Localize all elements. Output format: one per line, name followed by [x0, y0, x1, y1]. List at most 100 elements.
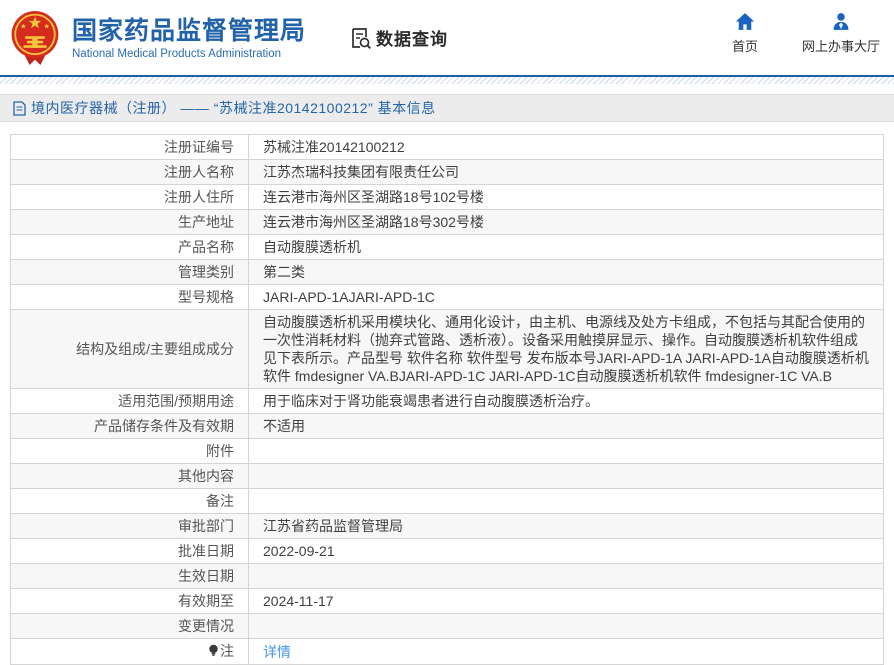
nav-service-hall-label: 网上办事大厅 [801, 39, 880, 54]
row-label-text: 附件 [206, 443, 234, 459]
row-value: 详情 [248, 638, 884, 665]
row-value [248, 463, 884, 489]
row-label: 产品名称 [10, 234, 249, 260]
row-value: 江苏杰瑞科技集团有限责任公司 [248, 159, 884, 185]
table-row: 审批部门 江苏省药品监督管理局 [10, 513, 884, 539]
table-row: 结构及组成/主要组成成分 自动腹膜透析机采用模块化、通用化设计，由主机、电源线及处… [10, 309, 884, 389]
document-search-icon [348, 26, 372, 50]
data-query-tab[interactable]: 数据查询 [348, 25, 448, 50]
row-label-text: 注册人名称 [164, 164, 234, 180]
table-row: 注 详情 [10, 638, 884, 665]
row-value-text: 用于临床对于肾功能衰竭患者进行自动腹膜透析治疗。 [263, 393, 599, 409]
row-value-text: 第二类 [263, 264, 305, 280]
row-label: 结构及组成/主要组成成分 [10, 309, 249, 389]
row-label: 注 [10, 638, 249, 665]
row-label: 管理类别 [10, 259, 249, 285]
row-label-text: 结构及组成/主要组成成分 [76, 341, 234, 357]
row-label: 注册证编号 [10, 134, 249, 160]
row-value: JARI-APD-1AJARI-APD-1C [248, 284, 884, 310]
row-label: 产品储存条件及有效期 [10, 413, 249, 439]
nav-service-hall[interactable]: 网上办事大厅 [802, 12, 880, 55]
row-value-text: 连云港市海州区圣湖路18号102号楼 [263, 189, 484, 205]
row-label: 适用范围/预期用途 [10, 388, 249, 414]
data-query-label: 数据查询 [376, 30, 449, 49]
row-label: 备注 [10, 488, 249, 514]
row-label: 注册人名称 [10, 159, 249, 185]
table-row: 注册人名称 江苏杰瑞科技集团有限责任公司 [10, 159, 884, 185]
row-value [248, 488, 884, 514]
row-label: 附件 [10, 438, 249, 464]
home-icon [735, 12, 755, 31]
page-doc-icon [13, 100, 26, 116]
note-bulb-icon [208, 643, 219, 661]
table-row: 批准日期 2022-09-21 [10, 538, 884, 564]
row-label-text: 型号规格 [178, 289, 234, 305]
table-row: 产品名称 自动腹膜透析机 [10, 234, 884, 260]
header-nav: 首页 网上办事大厅 [722, 12, 880, 55]
row-label-text: 其他内容 [178, 468, 234, 484]
table-row: 注册人住所 连云港市海州区圣湖路18号102号楼 [10, 184, 884, 210]
site-subtitle: National Medical Products Administration [72, 47, 282, 60]
table-row: 备注 [10, 488, 884, 514]
note-detail-link[interactable]: 详情 [263, 644, 291, 660]
row-value: 自动腹膜透析机 [248, 234, 884, 260]
table-row: 管理类别 第二类 [10, 259, 884, 285]
row-label-text: 生产地址 [178, 214, 234, 230]
row-label: 其他内容 [10, 463, 249, 489]
page-title: 境内医疗器械（注册） —— “苏械注准20142100212” 基本信息 [31, 100, 436, 116]
row-label-text: 注册证编号 [164, 139, 234, 155]
table-row: 型号规格 JARI-APD-1AJARI-APD-1C [10, 284, 884, 310]
row-label-text: 产品名称 [178, 239, 234, 255]
national-emblem-icon [8, 9, 62, 67]
row-value-text: 自动腹膜透析机采用模块化、通用化设计，由主机、电源线及处方卡组成，不包括与其配合… [263, 314, 869, 384]
table-row: 变更情况 [10, 613, 884, 639]
row-label: 注册人住所 [10, 184, 249, 210]
row-value: 第二类 [248, 259, 884, 285]
row-value: 自动腹膜透析机采用模块化、通用化设计，由主机、电源线及处方卡组成，不包括与其配合… [248, 309, 884, 389]
site-title: 国家药品监督管理局 [72, 16, 307, 45]
row-value-text: 江苏杰瑞科技集团有限责任公司 [263, 164, 459, 180]
registration-info-table: 注册证编号 苏械注准20142100212 注册人名称 江苏杰瑞科技集团有限责任公司注… [10, 134, 884, 665]
header-logo[interactable]: 国家药品监督管理局 National Medical Products Admi… [8, 9, 306, 67]
table-row: 有效期至 2024-11-17 [10, 588, 884, 614]
table-row: 附件 [10, 438, 884, 464]
row-label: 审批部门 [10, 513, 249, 539]
table-row: 生效日期 [10, 563, 884, 589]
row-value-text: JARI-APD-1AJARI-APD-1C [263, 289, 435, 305]
site-header: 国家药品监督管理局 National Medical Products Admi… [0, 0, 894, 77]
row-label-text: 备注 [206, 493, 234, 509]
row-value-text: 不适用 [263, 418, 305, 434]
breadcrumb: 境内医疗器械（注册） —— “苏械注准20142100212” 基本信息 [0, 94, 894, 122]
row-value-text: 2024-11-17 [263, 593, 334, 609]
table-row: 其他内容 [10, 463, 884, 489]
table-row: 注册证编号 苏械注准20142100212 [10, 134, 884, 160]
row-value: 用于临床对于肾功能衰竭患者进行自动腹膜透析治疗。 [248, 388, 884, 414]
row-label: 有效期至 [10, 588, 249, 614]
row-label-text: 注册人住所 [164, 189, 234, 205]
header-hatch-divider [0, 77, 894, 84]
row-label-text: 适用范围/预期用途 [118, 393, 234, 409]
row-label-text: 管理类别 [178, 264, 234, 280]
table-row: 适用范围/预期用途 用于临床对于肾功能衰竭患者进行自动腹膜透析治疗。 [10, 388, 884, 414]
row-label-text: 生效日期 [178, 568, 234, 584]
row-value: 不适用 [248, 413, 884, 439]
nav-home-label: 首页 [731, 39, 758, 54]
person-icon [831, 12, 851, 31]
row-label: 批准日期 [10, 538, 249, 564]
row-value-text: 2022-09-21 [263, 543, 335, 559]
row-label-text: 注 [220, 643, 234, 659]
row-label-text: 有效期至 [178, 593, 234, 609]
row-value [248, 563, 884, 589]
row-value: 江苏省药品监督管理局 [248, 513, 884, 539]
row-value-text: 自动腹膜透析机 [263, 239, 361, 255]
row-value-text: 连云港市海州区圣湖路18号302号楼 [263, 214, 484, 230]
table-row: 产品储存条件及有效期 不适用 [10, 413, 884, 439]
row-label-text: 批准日期 [178, 543, 234, 559]
nav-home[interactable]: 首页 [722, 12, 768, 55]
row-label-text: 变更情况 [178, 618, 234, 634]
row-value [248, 613, 884, 639]
row-label: 生产地址 [10, 209, 249, 235]
row-value: 连云港市海州区圣湖路18号302号楼 [248, 209, 884, 235]
row-value-text: 苏械注准20142100212 [263, 139, 405, 155]
row-label: 生效日期 [10, 563, 249, 589]
